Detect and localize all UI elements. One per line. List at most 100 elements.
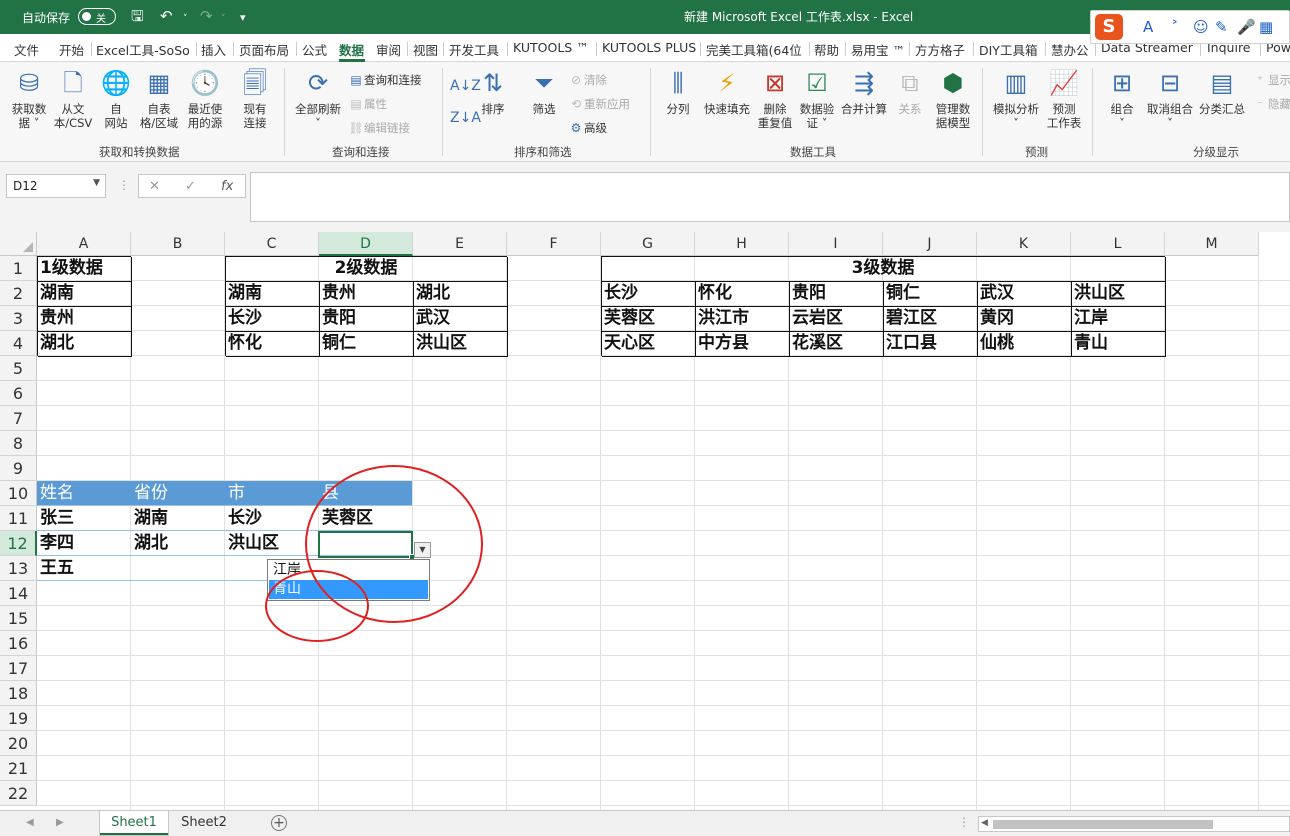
select-all-corner[interactable] bbox=[0, 232, 37, 256]
ime-punct-icon[interactable]: ˃ bbox=[1171, 18, 1179, 36]
level2-title-cell[interactable]: 2级数据 bbox=[225, 256, 507, 281]
row-header-18[interactable]: 18 bbox=[0, 681, 37, 706]
name-box-dropdown-icon[interactable]: ▼ bbox=[93, 178, 100, 188]
row-header-17[interactable]: 17 bbox=[0, 656, 37, 681]
level3-data-cell[interactable]: 长沙 bbox=[601, 281, 695, 306]
manage-data-model-button[interactable]: ⬢ 管理数 据模型 bbox=[930, 68, 976, 130]
forecast-sheet-button[interactable]: 📈 预测 工作表 bbox=[1044, 68, 1084, 130]
row-header-3[interactable]: 3 bbox=[0, 306, 37, 331]
level1-title-cell[interactable]: 1级数据 bbox=[37, 256, 131, 281]
level2-data-cell[interactable]: 武汉 bbox=[413, 306, 507, 331]
level3-data-cell[interactable]: 花溪区 bbox=[789, 331, 883, 356]
tab-fangfang[interactable]: 方方格子 bbox=[915, 40, 965, 59]
row-header-10[interactable]: 10 bbox=[0, 481, 37, 506]
save-icon[interactable]: 🖫 bbox=[131, 7, 144, 25]
row-header-5[interactable]: 5 bbox=[0, 356, 37, 381]
column-header-i[interactable]: I bbox=[789, 232, 883, 256]
table-header-cell[interactable]: 姓名 bbox=[37, 481, 131, 506]
row-header-8[interactable]: 8 bbox=[0, 431, 37, 456]
ime-font-icon[interactable]: A bbox=[1143, 18, 1153, 36]
table-data-cell[interactable]: 长沙 bbox=[225, 506, 319, 531]
tab-view[interactable]: 视图 bbox=[413, 40, 438, 59]
column-header-a[interactable]: A bbox=[37, 232, 131, 256]
table-data-cell[interactable]: 王五 bbox=[37, 556, 131, 581]
row-header-13[interactable]: 13 bbox=[0, 556, 37, 581]
level3-data-cell[interactable]: 洪山区 bbox=[1071, 281, 1165, 306]
enter-icon[interactable]: ✓ bbox=[185, 179, 196, 194]
table-header-cell[interactable]: 市 bbox=[225, 481, 319, 506]
column-header-c[interactable]: C bbox=[225, 232, 319, 256]
tab-help[interactable]: 帮助 bbox=[814, 40, 839, 59]
level3-data-cell[interactable]: 怀化 bbox=[695, 281, 789, 306]
ungroup-button[interactable]: ⊟ 取消组合 ˅ bbox=[1142, 68, 1198, 130]
ime-toolbox-icon[interactable]: ▦ bbox=[1259, 18, 1273, 36]
level2-data-cell[interactable]: 洪山区 bbox=[413, 331, 507, 356]
sort-button[interactable]: ⇅ 排序 bbox=[476, 68, 510, 116]
level2-data-cell[interactable]: 贵州 bbox=[319, 281, 413, 306]
row-header-21[interactable]: 21 bbox=[0, 756, 37, 781]
tab-formulas[interactable]: 公式 bbox=[302, 40, 327, 59]
row-header-16[interactable]: 16 bbox=[0, 631, 37, 656]
level3-data-cell[interactable]: 武汉 bbox=[977, 281, 1071, 306]
level3-data-cell[interactable]: 江岸 bbox=[1071, 306, 1165, 331]
table-data-cell[interactable]: 张三 bbox=[37, 506, 131, 531]
subtotal-button[interactable]: ▤ 分类汇总 bbox=[1196, 68, 1248, 116]
sheet-tab-sheet2[interactable]: Sheet2 bbox=[170, 811, 238, 835]
existing-connections-button[interactable]: 🗐 现有 连接 bbox=[234, 68, 276, 130]
customize-qat-icon[interactable]: ▾ bbox=[240, 9, 246, 27]
table-data-cell[interactable]: 湖北 bbox=[131, 531, 225, 556]
tab-page-layout[interactable]: 页面布局 bbox=[239, 40, 289, 59]
level3-data-cell[interactable]: 洪江市 bbox=[695, 306, 789, 331]
from-csv-button[interactable]: 🗋 从文 本/CSV bbox=[50, 68, 96, 130]
level3-data-cell[interactable]: 云岩区 bbox=[789, 306, 883, 331]
level2-data-cell[interactable]: 铜仁 bbox=[319, 331, 413, 356]
scroll-thumb[interactable] bbox=[993, 820, 1213, 829]
table-header-cell[interactable]: 省份 bbox=[131, 481, 225, 506]
level1-item-cell[interactable]: 贵州 bbox=[37, 306, 131, 331]
level3-data-cell[interactable]: 铜仁 bbox=[883, 281, 977, 306]
level2-data-cell[interactable]: 湖南 bbox=[225, 281, 319, 306]
level3-data-cell[interactable]: 贵阳 bbox=[789, 281, 883, 306]
level1-item-cell[interactable]: 湖北 bbox=[37, 331, 131, 356]
tab-easy-use[interactable]: 易用宝 ™ bbox=[851, 40, 905, 59]
level3-data-cell[interactable]: 青山 bbox=[1071, 331, 1165, 356]
level3-data-cell[interactable]: 仙桃 bbox=[977, 331, 1071, 356]
add-sheet-icon[interactable]: + bbox=[271, 815, 287, 831]
refresh-all-button[interactable]: ⟳ 全部刷新 ˅ bbox=[290, 68, 346, 130]
table-data-cell[interactable]: 洪山区 bbox=[225, 531, 319, 556]
name-box[interactable]: D12 ▼ bbox=[6, 174, 106, 198]
tab-data[interactable]: 数据 bbox=[339, 40, 364, 59]
filter-button[interactable]: ⏷ 筛选 bbox=[526, 68, 562, 116]
level3-data-cell[interactable]: 黄冈 bbox=[977, 306, 1071, 331]
prev-sheet-icon[interactable]: ◀ bbox=[26, 817, 34, 828]
queries-connections-button[interactable]: ▤ 查询和连接 bbox=[348, 72, 421, 88]
row-header-20[interactable]: 20 bbox=[0, 731, 37, 756]
insert-function-icon[interactable]: fx bbox=[221, 179, 233, 194]
active-cell-d12[interactable] bbox=[318, 531, 415, 560]
table-data-cell[interactable]: 湖南 bbox=[131, 506, 225, 531]
tab-home[interactable]: 开始 bbox=[59, 40, 84, 59]
remove-duplicates-button[interactable]: ⊠ 删除 重复值 bbox=[754, 68, 796, 130]
level2-data-cell[interactable]: 湖北 bbox=[413, 281, 507, 306]
tab-split-grip-icon[interactable]: ⋮ bbox=[958, 815, 970, 829]
tab-excel-tools-soso[interactable]: Excel工具-SoSo bbox=[96, 40, 190, 59]
scroll-left-icon[interactable]: ◀ bbox=[981, 818, 988, 828]
row-header-9[interactable]: 9 bbox=[0, 456, 37, 481]
tab-file[interactable]: 文件 bbox=[14, 40, 39, 59]
level3-title-cell[interactable]: 3级数据 bbox=[601, 256, 1165, 281]
tab-huibangong[interactable]: 慧办公 bbox=[1051, 40, 1089, 59]
validation-dropdown-button[interactable]: ▼ bbox=[414, 542, 431, 558]
column-header-m[interactable]: M bbox=[1165, 232, 1259, 256]
column-header-l[interactable]: L bbox=[1071, 232, 1165, 256]
sogou-logo[interactable]: S bbox=[1095, 14, 1123, 40]
level2-data-cell[interactable]: 怀化 bbox=[225, 331, 319, 356]
column-header-f[interactable]: F bbox=[507, 232, 601, 256]
flash-fill-button[interactable]: ⚡ 快速填充 bbox=[700, 68, 754, 116]
what-if-analysis-button[interactable]: ▥ 模拟分析 ˅ bbox=[988, 68, 1044, 130]
table-data-cell[interactable]: 芙蓉区 bbox=[319, 506, 413, 531]
group-button[interactable]: ⊞ 组合 ˅ bbox=[1104, 68, 1140, 130]
dropdown-option-qingshan[interactable]: 青山 bbox=[269, 580, 428, 599]
next-sheet-icon[interactable]: ▶ bbox=[56, 817, 64, 828]
level3-data-cell[interactable]: 芙蓉区 bbox=[601, 306, 695, 331]
tab-kutools[interactable]: KUTOOLS ™ bbox=[513, 40, 589, 55]
